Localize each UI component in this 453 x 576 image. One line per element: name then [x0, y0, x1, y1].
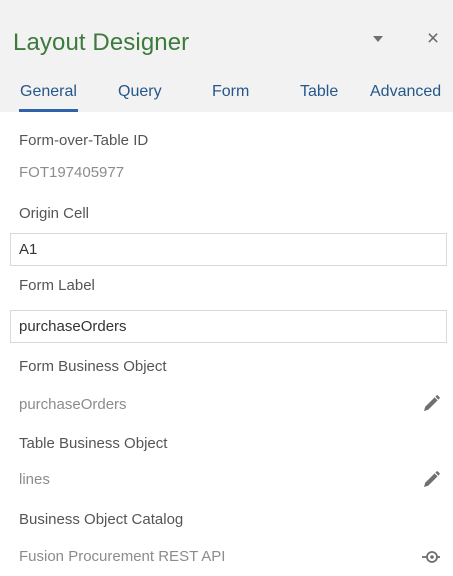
panel-header: Layout Designer × [0, 0, 453, 73]
form-label-label: Form Label [19, 277, 95, 294]
tab-table[interactable]: Table [300, 83, 338, 101]
form-label-input[interactable] [10, 310, 447, 343]
panel-title: Layout Designer [13, 29, 190, 56]
tab-advanced[interactable]: Advanced [370, 83, 441, 101]
form-over-table-id-value: FOT197405977 [19, 164, 125, 181]
general-properties-panel: Form-over-Table ID FOT197405977 Origin C… [10, 112, 453, 576]
table-business-object-label: Table Business Object [19, 435, 168, 452]
chevron-down-icon[interactable] [363, 24, 393, 54]
business-object-catalog-value: Fusion Procurement REST API [19, 548, 226, 565]
origin-cell-label: Origin Cell [19, 205, 90, 222]
tab-query[interactable]: Query [118, 83, 162, 101]
pencil-icon[interactable] [418, 467, 444, 493]
pencil-icon[interactable] [418, 391, 444, 417]
form-business-object-value: purchaseOrders [19, 396, 127, 413]
origin-cell-input[interactable] [10, 233, 447, 266]
tab-form[interactable]: Form [212, 83, 249, 101]
catalog-icon[interactable] [418, 544, 444, 570]
tab-general[interactable]: General [19, 83, 78, 112]
tab-bar: General Query Form Table Advanced [0, 73, 453, 112]
form-over-table-id-label: Form-over-Table ID [19, 132, 149, 149]
table-business-object-value: lines [19, 471, 50, 488]
business-object-catalog-label: Business Object Catalog [19, 511, 184, 528]
form-business-object-label: Form Business Object [19, 358, 167, 375]
close-icon[interactable]: × [418, 24, 448, 54]
